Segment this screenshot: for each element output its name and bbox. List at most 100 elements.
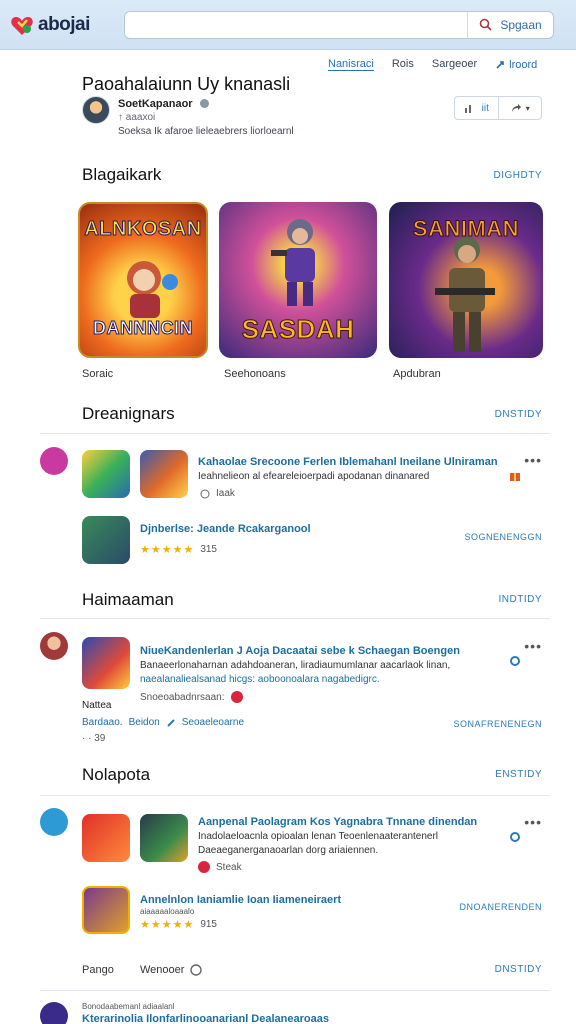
section-5-meta: Wenooer [140, 964, 203, 976]
install-button[interactable]: SOGNENENGGN [464, 532, 542, 542]
soldier-art-icon [435, 237, 495, 352]
view-all-featured[interactable]: DIGHDTY [494, 170, 543, 181]
nav-item-sargeoer[interactable]: Sargeoer [432, 58, 477, 71]
rating-count: 315 [200, 544, 217, 555]
list-item-meta-label: Snoeoabadnrsaan: [140, 691, 225, 703]
rating: ★★★★★ 915 [140, 918, 217, 931]
install-button[interactable]: DNOANERENDEN [459, 902, 542, 912]
app-icon[interactable] [82, 814, 130, 862]
share-link[interactable]: lroord [495, 58, 537, 71]
featured-card-3[interactable]: SANIMAN [389, 202, 543, 358]
list-item-description: Banaeerlonaharnan adahdoaneran, liradiau… [140, 660, 451, 671]
nav-item-rois[interactable]: Rois [392, 58, 414, 71]
featured-card-1-label[interactable]: Soraic [82, 368, 113, 380]
bar-chart-icon [464, 105, 471, 113]
publisher-row: SoetKapanaor ↑ aaaxoi [82, 96, 210, 124]
featured-card-2[interactable]: SASDAH [219, 202, 377, 358]
section-5-meta-label: Wenooer [140, 964, 185, 976]
settings-icon[interactable] [508, 654, 522, 668]
featured-card-1[interactable]: ALNKOSAN DANNNCIN [78, 202, 208, 358]
share-label: lroord [509, 58, 538, 71]
list-item-description: Ieahnelieon al efeareleioerpadi apodanan… [198, 471, 430, 482]
app-icon[interactable] [140, 814, 188, 862]
view-all-5[interactable]: DNSTIDY [495, 964, 542, 975]
footer-title[interactable]: Kterarinolia Ilonfarlinooanarianl Dealan… [82, 1013, 329, 1024]
meta-3[interactable]: Seoaeleoarne [182, 717, 244, 728]
publisher-description: Soeksa Ik afaroe lieleaebrers liorloearn… [118, 126, 294, 137]
section-4-badge-icon [40, 808, 68, 836]
view-all-4[interactable]: ENSTIDY [495, 769, 542, 780]
app-icon[interactable] [140, 450, 188, 498]
logo-text: abojai [38, 13, 90, 35]
featured-card-2-label[interactable]: Seehonoans [224, 368, 286, 380]
more-options-icon[interactable]: ••• [524, 814, 542, 830]
gift-icon[interactable] [508, 468, 522, 482]
search-input[interactable] [125, 11, 467, 38]
character-art-icon [127, 261, 178, 318]
more-options-icon[interactable]: ••• [524, 452, 542, 468]
warrior-art-icon [271, 219, 315, 306]
search-icon [480, 18, 492, 31]
search-button[interactable]: Spgaan [467, 11, 553, 38]
list-item-description: Inadolaeloacnla opioalan lenan Teoenlena… [198, 831, 439, 842]
app-icon[interactable] [82, 516, 130, 564]
app-icon[interactable] [82, 886, 130, 934]
heart-logo-icon [11, 16, 33, 35]
clock-icon [200, 489, 210, 498]
link-icon [167, 718, 175, 727]
action-count: iit [481, 102, 489, 114]
list-item-meta: Snoeoabadnrsaan: [140, 691, 243, 703]
card-art-subtitle: DANNNCIN [93, 318, 194, 339]
search-button-label: Spgaan [500, 17, 542, 32]
share-button[interactable]: ▾ [497, 97, 542, 119]
more-options-icon[interactable]: ••• [524, 638, 542, 654]
card-art-subtitle: SASDAH [241, 314, 355, 345]
record-icon [198, 861, 210, 873]
view-all-2[interactable]: DNSTIDY [495, 409, 542, 420]
app-icon[interactable] [82, 637, 130, 689]
list-item-meta-label: Steak [216, 861, 242, 873]
app-logo[interactable]: abojai [10, 14, 120, 36]
bookmark-button[interactable]: iit [455, 97, 498, 119]
publisher-name[interactable]: SoetKapanaor [118, 98, 193, 110]
divider [40, 990, 550, 991]
divider [40, 618, 550, 619]
row-label: Nattea [82, 700, 112, 711]
top-bar: abojai Spgaan [0, 0, 576, 50]
star-rating-icon: ★★★★★ [140, 544, 195, 556]
list-item-title[interactable]: NiueKandenlerlan J Aoja Dacaatai sebe k … [140, 645, 460, 657]
install-button[interactable]: SONAFRENENEGN [453, 719, 542, 729]
list-item-title[interactable]: Aanpenal Paolagram Kos Yagnabra Tnnane d… [198, 816, 477, 828]
featured-card-3-label[interactable]: Apdubran [393, 368, 441, 380]
list-item-title[interactable]: Annelnlon Ianiamlie Ioan Iiameneiraert [140, 894, 341, 906]
star-rating-icon: ★★★★★ [140, 919, 195, 931]
section-title-3: Haimaaman [82, 590, 174, 609]
rating: ★★★★★ 315 [140, 543, 217, 556]
search-bar: Spgaan [124, 10, 554, 39]
record-icon [230, 691, 243, 703]
row-count: · · 39 [82, 733, 106, 744]
section-6-badge-icon [40, 1002, 68, 1024]
action-group: iit ▾ [454, 96, 542, 120]
nav-item-overview[interactable]: Nanisraci [328, 58, 374, 71]
section-3-avatar [40, 632, 68, 660]
globe-icon [199, 99, 209, 108]
app-icon[interactable] [82, 450, 130, 498]
rating-count: 915 [200, 919, 217, 930]
view-all-3[interactable]: INDTIDY [499, 594, 543, 605]
list-item-title[interactable]: Kahaolae Srecoone Ferlen Iblemahanl Inei… [198, 456, 498, 468]
list-item-title[interactable]: Djnberlse: Jeande Rcakarganool [140, 523, 311, 535]
card-art-title: ALNKOSAN [84, 218, 202, 241]
page-nav: Nanisraci Rois Sargeoer lroord [328, 58, 537, 71]
section-title-4: Nolapota [82, 765, 151, 784]
publisher-followers: ↑ aaaxoi [118, 111, 156, 123]
list-item-meta-label: Iaak [216, 488, 235, 499]
publisher-avatar[interactable] [82, 96, 110, 124]
section-5-label: Pango [82, 964, 114, 976]
list-item-subtitle: aiaaaaaloaaalo [140, 907, 195, 916]
footer-subtitle: Bonodaabemanl adiaalanl [82, 1002, 175, 1011]
section-title-featured: Blagaikark [82, 165, 162, 184]
row-meta: Bardaao. Beidon Seoaeleoarne [82, 717, 244, 728]
settings-icon[interactable] [508, 830, 522, 844]
section-title-2: Dreanignars [82, 404, 175, 423]
